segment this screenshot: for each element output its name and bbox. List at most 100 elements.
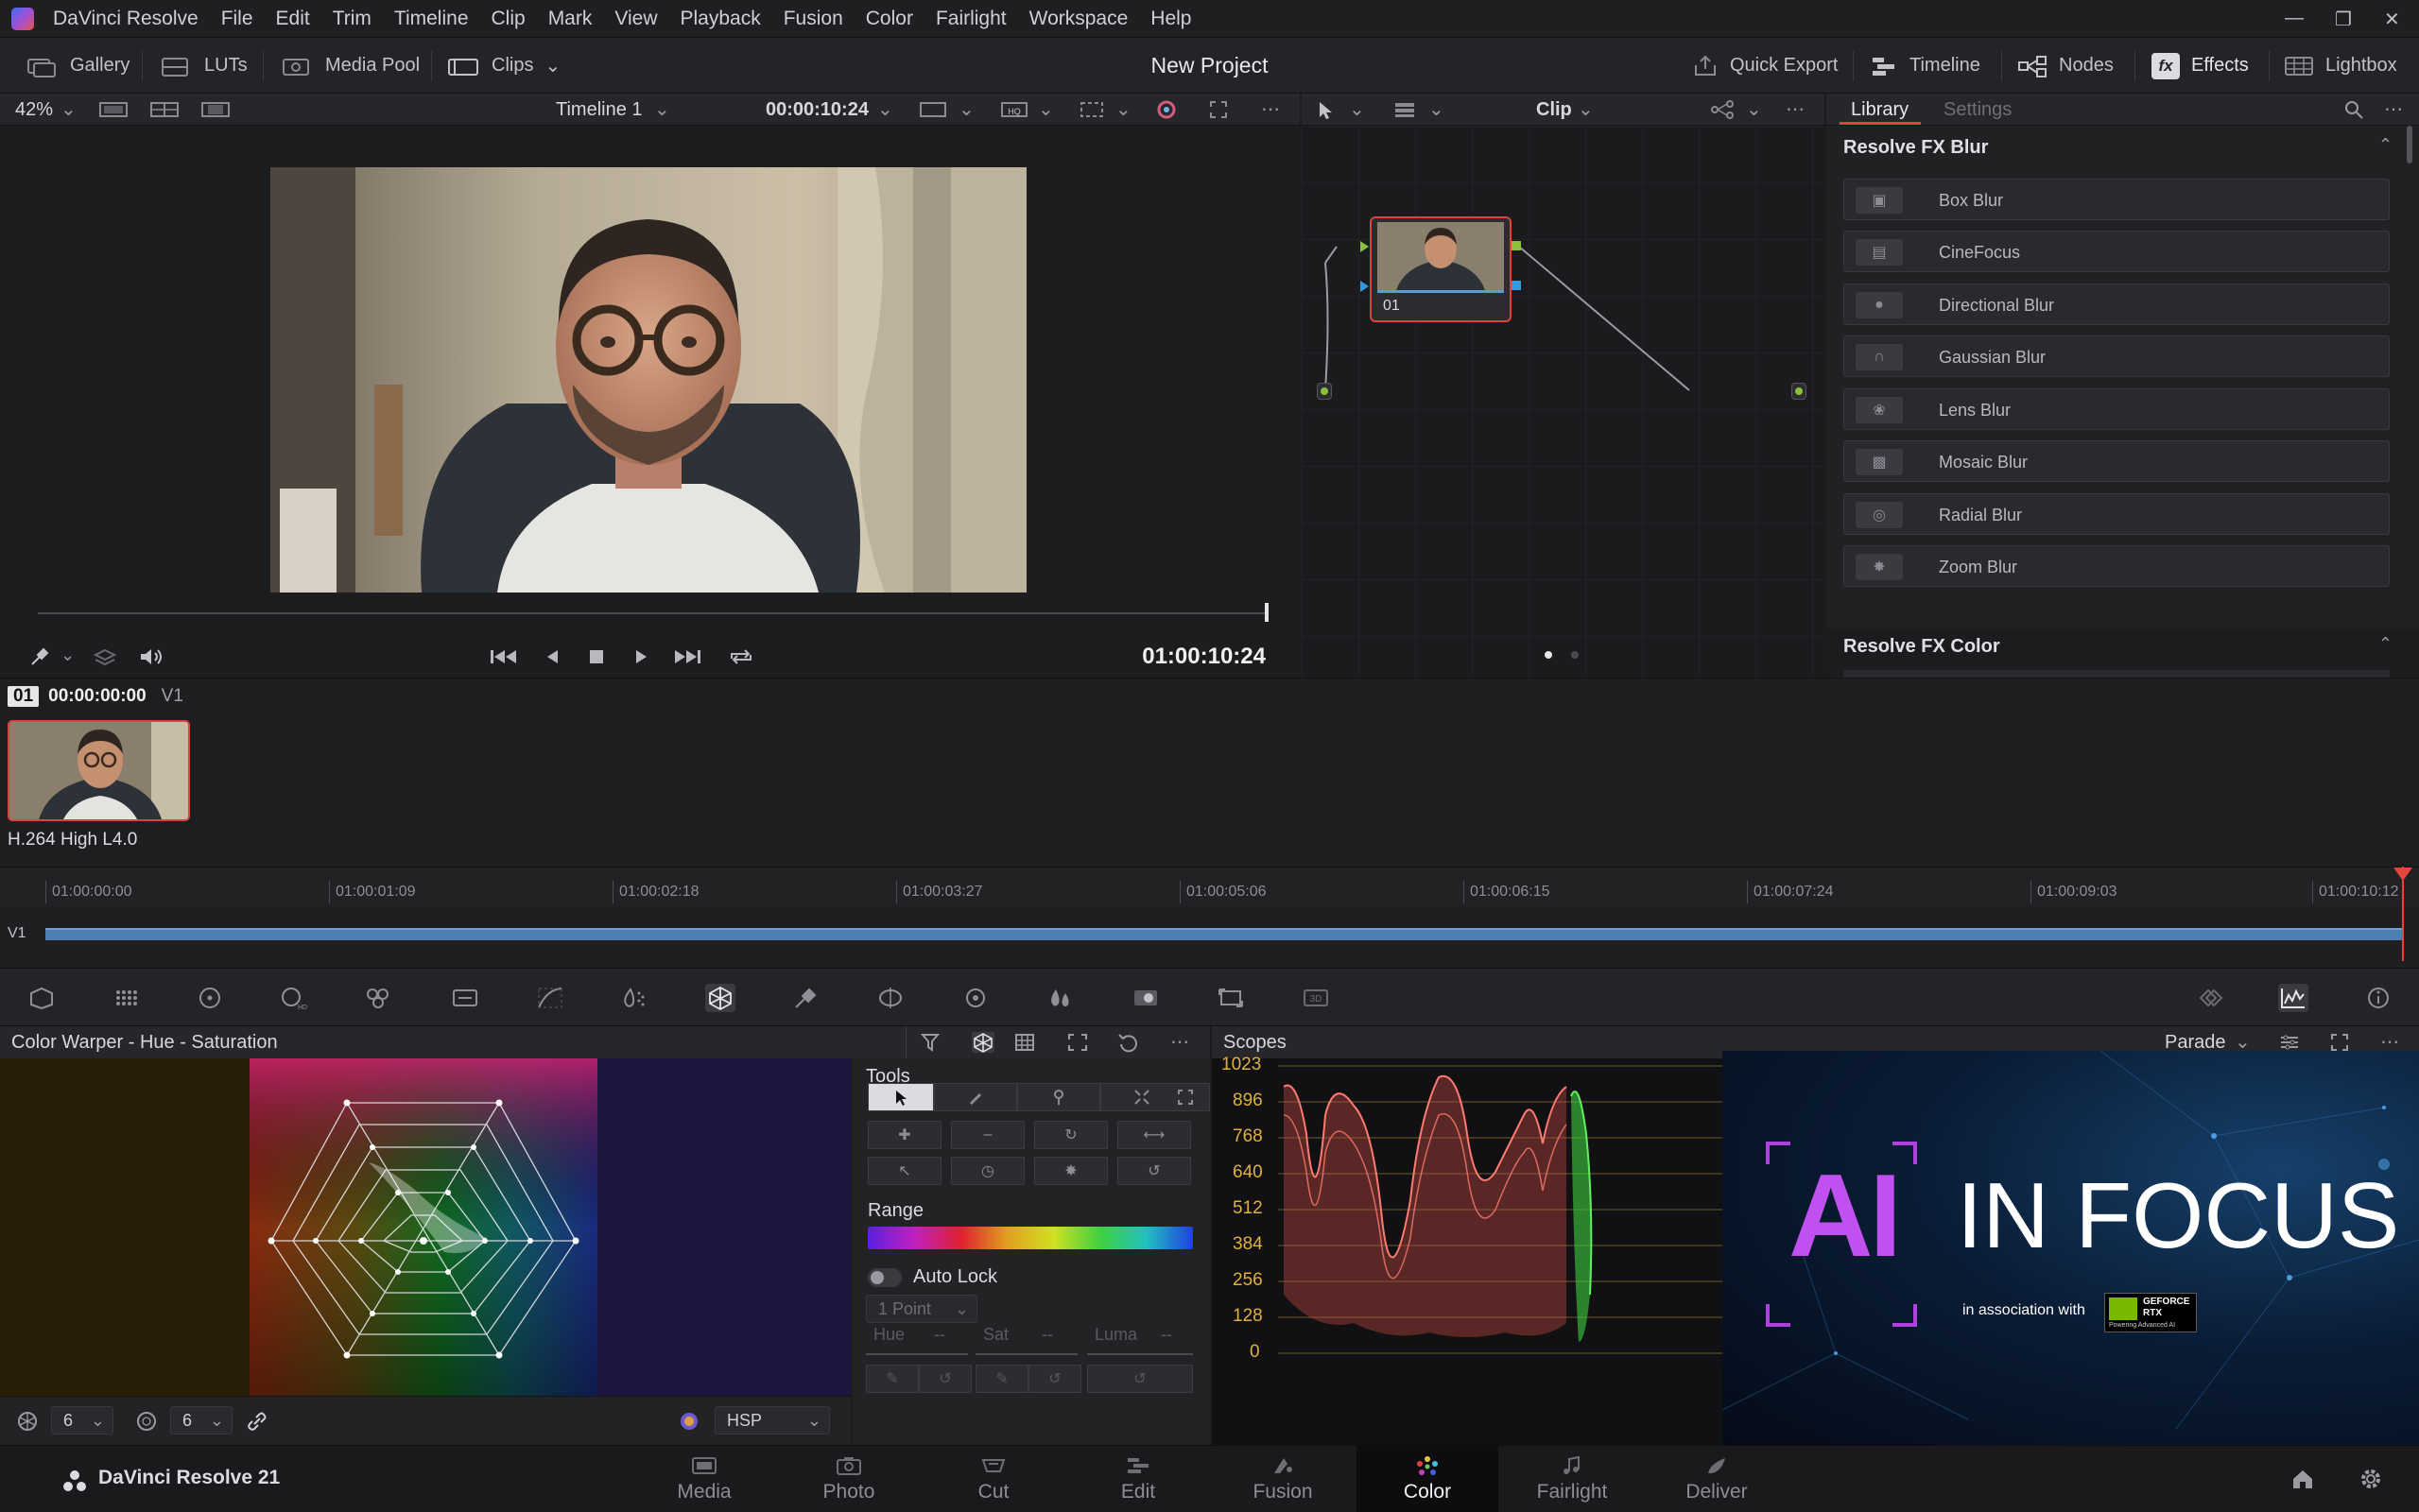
fx-cinefocus[interactable]: ▤ CineFocus bbox=[1843, 231, 2390, 272]
play-reverse-icon[interactable] bbox=[543, 645, 562, 668]
color-warper-canvas[interactable] bbox=[0, 1058, 851, 1396]
zoom-select[interactable]: 42% bbox=[15, 94, 53, 126]
chevron-down-icon[interactable]: ⌄ bbox=[1746, 94, 1762, 126]
node-rgb-input[interactable] bbox=[1360, 241, 1369, 252]
chevron-down-icon[interactable]: ⌄ bbox=[1578, 94, 1594, 126]
sat-resolution-select[interactable]: 6 ⌄ bbox=[170, 1406, 233, 1435]
rgb-mixer-icon[interactable] bbox=[363, 984, 393, 1012]
chevron-down-icon[interactable]: ⌄ bbox=[60, 645, 75, 665]
select-tool-button[interactable] bbox=[868, 1083, 934, 1111]
blur-icon[interactable] bbox=[1045, 984, 1076, 1012]
stop-icon[interactable] bbox=[586, 645, 607, 668]
more-options-icon[interactable]: ⋯ bbox=[2384, 94, 2403, 126]
color-space-select[interactable]: HSP ⌄ bbox=[715, 1406, 830, 1435]
hdr-wheels-icon[interactable]: HDR bbox=[278, 984, 308, 1012]
viewer-scrubber[interactable] bbox=[38, 612, 1267, 614]
menu-file[interactable]: File bbox=[210, 0, 265, 38]
layers-icon[interactable] bbox=[93, 645, 117, 668]
menu-trim[interactable]: Trim bbox=[321, 0, 383, 38]
loop-icon[interactable] bbox=[726, 645, 756, 668]
chevron-down-icon[interactable]: ⌄ bbox=[60, 94, 77, 126]
gallery-button[interactable]: Gallery bbox=[25, 38, 130, 94]
node-graph[interactable]: 01 bbox=[1302, 126, 1824, 678]
nodes-button[interactable]: Nodes bbox=[2017, 38, 2114, 94]
page-dot[interactable] bbox=[1571, 651, 1579, 659]
page-cut[interactable]: Cut bbox=[923, 1446, 1064, 1512]
source-timecode[interactable]: 00:00:10:24 bbox=[766, 94, 869, 126]
chevron-down-icon[interactable]: ⌄ bbox=[654, 94, 670, 126]
chevron-down-icon[interactable]: ⌄ bbox=[1115, 94, 1132, 126]
close-icon[interactable]: ✕ bbox=[2384, 8, 2400, 31]
menu-mark[interactable]: Mark bbox=[537, 0, 604, 38]
page-deliver[interactable]: Deliver bbox=[1646, 1446, 1788, 1512]
menu-workspace[interactable]: Workspace bbox=[1018, 0, 1140, 38]
primaries-wheels-icon[interactable] bbox=[195, 984, 225, 1012]
skip-to-start-icon[interactable] bbox=[488, 645, 520, 668]
clips-button[interactable]: Clips ⌄ bbox=[446, 38, 561, 94]
page-media[interactable]: Media bbox=[633, 1446, 775, 1512]
scopes-icon[interactable] bbox=[2278, 984, 2308, 1012]
timeline-select[interactable]: Timeline 1 bbox=[556, 94, 643, 126]
convert-point-button[interactable]: ↻ bbox=[1034, 1121, 1108, 1149]
keyframes-icon[interactable] bbox=[2193, 984, 2223, 1012]
range-slider[interactable] bbox=[868, 1227, 1193, 1249]
node-mode-select[interactable]: Clip bbox=[1536, 94, 1572, 126]
fx-radial-blur[interactable]: ◎ Radial Blur bbox=[1843, 493, 2390, 535]
expand-tool-button[interactable] bbox=[1161, 1083, 1210, 1111]
key-icon[interactable] bbox=[1131, 984, 1161, 1012]
menu-help[interactable]: Help bbox=[1139, 0, 1202, 38]
reset-icon[interactable] bbox=[1117, 1032, 1140, 1053]
node-key-input[interactable] bbox=[1360, 281, 1369, 292]
tracker-icon[interactable] bbox=[960, 984, 991, 1012]
effects-button[interactable]: fx Effects bbox=[2151, 38, 2249, 94]
motion-effects-icon[interactable] bbox=[450, 984, 480, 1012]
search-icon[interactable] bbox=[2342, 99, 2365, 120]
split-viewer-icon[interactable] bbox=[149, 100, 180, 119]
chevron-down-icon[interactable]: ⌄ bbox=[959, 94, 975, 126]
page-fairlight[interactable]: Fairlight bbox=[1501, 1446, 1643, 1512]
lightbox-button[interactable]: Lightbox bbox=[2284, 38, 2397, 94]
power-window-icon[interactable] bbox=[875, 984, 906, 1012]
fx-box-blur[interactable]: ▣ Box Blur bbox=[1843, 179, 2390, 220]
color-match-icon[interactable] bbox=[112, 984, 142, 1012]
input-node-dot[interactable] bbox=[1317, 383, 1332, 400]
3d-icon[interactable]: 3D bbox=[1301, 984, 1331, 1012]
scope-settings-icon[interactable] bbox=[2278, 1032, 2301, 1053]
collapse-icon[interactable]: ⌃ bbox=[2378, 634, 2393, 654]
scope-expand-icon[interactable] bbox=[2329, 1032, 2350, 1053]
viewer-mode-icon[interactable] bbox=[919, 100, 947, 119]
select-all-button[interactable]: ↖ bbox=[868, 1157, 942, 1185]
curves-icon[interactable] bbox=[535, 984, 565, 1012]
quick-export-button[interactable]: Quick Export bbox=[1692, 38, 1838, 94]
hue-pick-button[interactable]: ✎ bbox=[866, 1365, 919, 1393]
qualifier-icon[interactable] bbox=[618, 984, 648, 1012]
expand-icon[interactable] bbox=[1066, 1032, 1089, 1053]
viewer-image[interactable] bbox=[270, 167, 1027, 593]
tab-settings[interactable]: Settings bbox=[1944, 94, 2012, 126]
luts-button[interactable]: LUTs bbox=[159, 38, 248, 94]
skip-to-end-icon[interactable] bbox=[671, 645, 703, 668]
flag-icon[interactable] bbox=[919, 1032, 942, 1053]
media-pool-button[interactable]: Media Pool bbox=[280, 38, 420, 94]
menu-color[interactable]: Color bbox=[855, 0, 924, 38]
hq-icon[interactable]: HQ bbox=[1000, 100, 1028, 119]
add-point-button[interactable]: ✚ bbox=[868, 1121, 942, 1149]
more-options-icon[interactable]: ⋯ bbox=[1786, 94, 1805, 126]
page-color[interactable]: Color bbox=[1356, 1446, 1498, 1512]
pin-tool-button[interactable] bbox=[1017, 1083, 1100, 1111]
tab-library[interactable]: Library bbox=[1851, 94, 1909, 126]
output-node-dot[interactable] bbox=[1791, 383, 1806, 400]
scrubber-handle[interactable] bbox=[1265, 603, 1269, 622]
home-icon[interactable] bbox=[2289, 1467, 2316, 1491]
more-options-icon[interactable]: ⋯ bbox=[1170, 1026, 1189, 1058]
fx-zoom-blur[interactable]: ✸ Zoom Blur bbox=[1843, 545, 2390, 587]
chevron-down-icon[interactable]: ⌄ bbox=[877, 94, 893, 126]
clip-thumbnail[interactable] bbox=[8, 720, 190, 821]
link-icon[interactable] bbox=[246, 1410, 268, 1433]
fx-lens-blur[interactable]: ❀ Lens Blur bbox=[1843, 388, 2390, 430]
timeline-ruler[interactable]: 01:00:00:00 01:00:01:09 01:00:02:18 01:0… bbox=[0, 867, 2419, 906]
play-icon[interactable] bbox=[631, 645, 650, 668]
node-view-icon[interactable] bbox=[1392, 99, 1417, 120]
library-scrollbar[interactable] bbox=[2407, 126, 2412, 163]
pointer-icon[interactable] bbox=[1315, 99, 1336, 120]
